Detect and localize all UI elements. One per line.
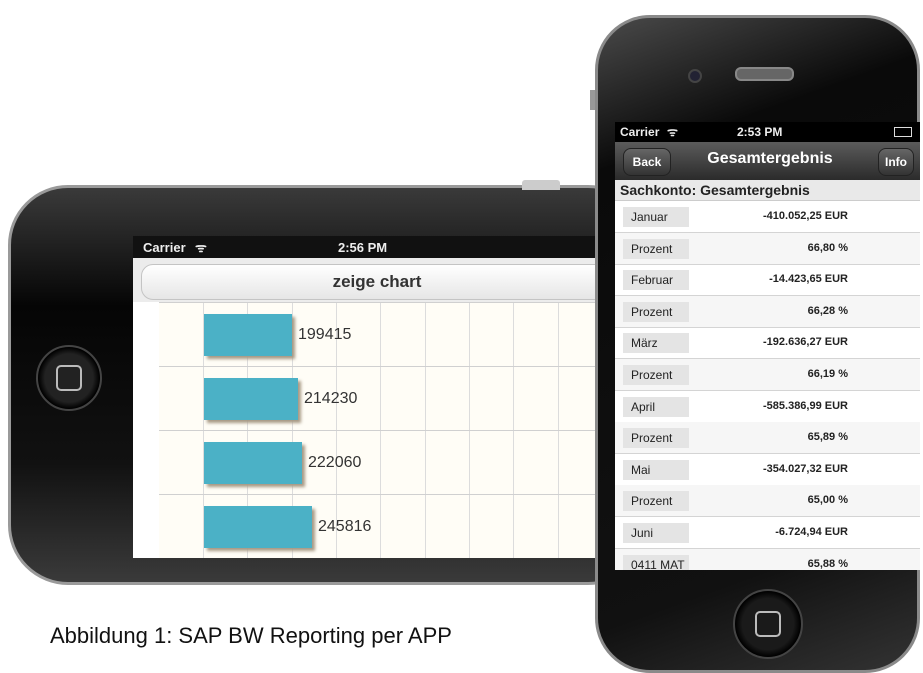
row-label: Prozent: [623, 365, 689, 385]
status-time: 2:56 PM: [338, 240, 388, 255]
row-value: -192.636,27 EUR: [763, 336, 848, 349]
row-label: Prozent: [623, 428, 689, 449]
row-value: -6.724,94 EUR: [775, 526, 848, 538]
bar-chart: 199415 214230 222060 245816: [159, 302, 603, 558]
list-item[interactable]: 0411 MAT 65,88 %: [615, 548, 920, 570]
row-label: 0411 MAT: [623, 554, 689, 570]
list-item[interactable]: Februar -14.423,65 EUR: [615, 264, 920, 297]
landscape-screen: Carrier ᯤ 2:56 PM zeige chart 199415 2142…: [133, 236, 603, 558]
home-button[interactable]: [36, 345, 102, 411]
list-item[interactable]: Prozent 65,00 %: [615, 485, 920, 518]
grid-line-horizontal: [159, 430, 603, 431]
row-label: Juni: [623, 523, 689, 543]
carrier-label: Carrier: [143, 240, 186, 255]
list-item[interactable]: Prozent 66,19 %: [615, 359, 920, 391]
row-value: -585.386,99 EUR: [763, 399, 848, 412]
status-time: 2:53 PM: [737, 125, 783, 139]
bar-value-label: 214230: [304, 390, 358, 407]
chart-bar: [204, 506, 312, 548]
grid-line-horizontal: [159, 366, 603, 367]
row-label: April: [623, 396, 689, 417]
figure-caption: Abbildung 1: SAP BW Reporting per APP: [50, 623, 452, 648]
bar-value-label: 245816: [318, 518, 372, 535]
chart-bar: [204, 378, 298, 420]
row-value: 66,80 %: [807, 241, 848, 254]
row-value: 66,28 %: [807, 304, 848, 317]
status-bar: Carrier ᯤ 2:56 PM: [133, 236, 603, 258]
camera-icon: [688, 69, 702, 83]
portrait-screen: Carrier ᯤ 2:53 PM Back Gesamtergebnis In…: [615, 122, 920, 570]
show-chart-button[interactable]: zeige chart: [141, 264, 603, 300]
row-label: Prozent: [623, 238, 689, 259]
phone-volume-button: [590, 90, 595, 110]
status-bar: Carrier ᯤ 2:53 PM: [615, 122, 920, 142]
chart-left-margin: [133, 302, 159, 558]
back-button[interactable]: Back: [623, 148, 671, 176]
chart-bar: [204, 314, 292, 356]
navigation-bar: Back Gesamtergebnis Info: [615, 142, 920, 180]
wifi-icon: ᯤ: [195, 240, 207, 255]
row-label: Prozent: [623, 491, 689, 512]
list-item[interactable]: März -192.636,27 EUR: [615, 327, 920, 360]
bar-value-label: 222060: [308, 454, 362, 471]
section-header: Sachkonto: Gesamtergebnis: [615, 180, 920, 201]
home-square-icon: [755, 611, 781, 637]
row-label: Prozent: [623, 301, 689, 322]
bar-value-label: 199415: [298, 326, 352, 343]
list-item[interactable]: Prozent 65,89 %: [615, 422, 920, 455]
speaker-grille: [735, 67, 794, 81]
row-label: Mai: [623, 459, 689, 480]
chart-bar: [204, 442, 302, 484]
wifi-icon: ᯤ: [667, 125, 678, 139]
row-label: Januar: [623, 207, 689, 227]
list-item[interactable]: Prozent 66,28 %: [615, 295, 920, 328]
grid-line-horizontal: [159, 494, 603, 495]
row-value: -354.027,32 EUR: [763, 462, 848, 475]
info-button[interactable]: Info: [878, 148, 914, 176]
phone-side-button: [522, 180, 560, 190]
home-button[interactable]: [733, 589, 803, 659]
home-square-icon: [56, 365, 82, 391]
row-label: Februar: [623, 270, 689, 291]
page-title: Gesamtergebnis: [707, 150, 833, 167]
grid-line-horizontal: [159, 302, 603, 303]
list-item[interactable]: Juni -6.724,94 EUR: [615, 517, 920, 549]
list-item[interactable]: Mai -354.027,32 EUR: [615, 454, 920, 486]
row-label: März: [623, 333, 689, 354]
list-item[interactable]: Prozent 66,80 %: [615, 232, 920, 265]
row-value: 65,00 %: [807, 494, 848, 507]
toolbar: zeige chart: [133, 258, 603, 306]
list-item[interactable]: Januar -410.052,25 EUR: [615, 201, 920, 233]
row-value: 65,88 %: [807, 557, 848, 570]
list-item[interactable]: April -585.386,99 EUR: [615, 391, 920, 423]
row-value: -410.052,25 EUR: [763, 210, 848, 222]
battery-icon: [894, 127, 912, 137]
row-value: -14.423,65 EUR: [769, 273, 848, 286]
row-value: 66,19 %: [807, 368, 848, 380]
carrier-label: Carrier: [620, 125, 660, 139]
row-value: 65,89 %: [807, 431, 848, 444]
